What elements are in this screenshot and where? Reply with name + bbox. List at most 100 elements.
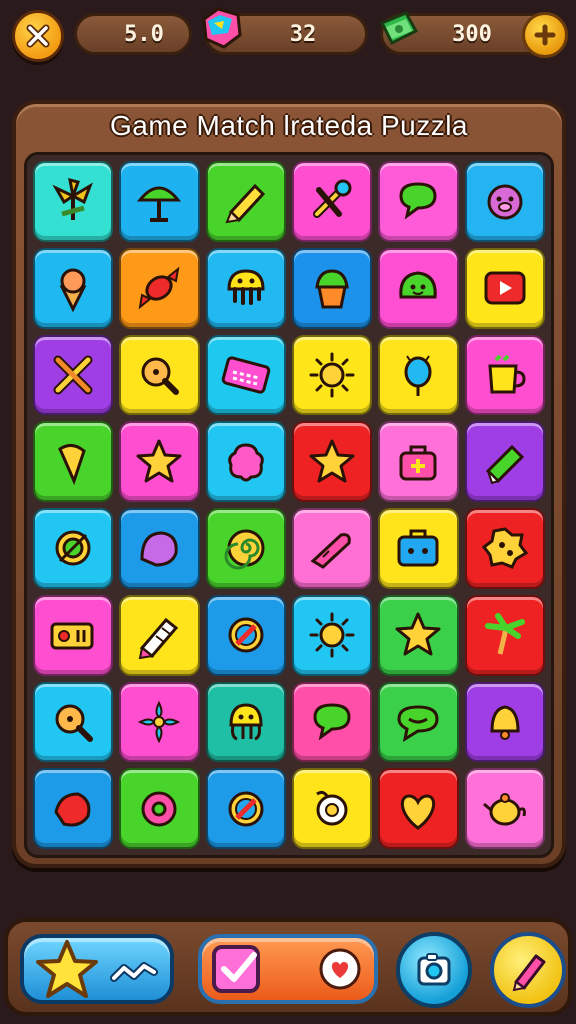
camera-icon [417,953,451,986]
grid-tile[interactable] [464,161,545,242]
grid-tile[interactable] [378,247,459,329]
add-cash-button[interactable] [522,12,568,58]
candy-icon [139,266,180,310]
leaf-icon [54,792,91,827]
spiral-icon [224,529,265,570]
trend-icon [110,962,158,982]
no-sign-icon [228,791,264,827]
pencil-icon [225,184,265,224]
grid-tile[interactable] [205,681,286,763]
grid-tile[interactable] [292,768,373,849]
cookie-icon [481,527,529,570]
grid-tile[interactable] [292,508,373,589]
play-button-icon [484,271,526,305]
grid-tile[interactable] [378,508,459,589]
donut-icon [141,791,177,827]
grid-tile[interactable] [205,161,286,242]
flower-blob-icon [228,443,264,482]
grid-tile[interactable] [205,247,286,329]
grid-tile[interactable] [119,247,200,329]
grid-tile[interactable] [205,508,286,589]
grid-tile[interactable] [33,508,114,589]
grid-tile[interactable] [33,421,114,502]
umbrella-icon [137,186,182,223]
grid-tile[interactable] [464,247,545,329]
grid-tile[interactable] [33,334,114,416]
grid-tile[interactable] [292,334,373,416]
slime-icon [399,271,438,299]
cash-stack-icon [379,11,419,46]
tile-grid [33,161,545,849]
crossed-tools-icon [53,355,93,395]
bell-icon [490,705,520,740]
grid-tile[interactable] [33,594,114,676]
octopus-icon [229,703,263,741]
pencil-icon [512,954,546,992]
grid-tile[interactable] [119,161,200,242]
grid-tile[interactable] [464,594,545,676]
star-icon [395,612,441,656]
grid-tile[interactable] [119,421,200,502]
grid-tile[interactable] [292,681,373,763]
grid-tile[interactable] [119,768,200,849]
star-booster-button[interactable] [20,934,174,1004]
tile-grid-frame [24,152,554,858]
checkbox-icon [212,945,260,993]
grid-tile[interactable] [378,768,459,849]
grid-tile[interactable] [464,681,545,763]
grid-tile[interactable] [292,161,373,242]
grid-tile[interactable] [378,594,459,676]
grid-tile[interactable] [205,768,286,849]
grid-tile[interactable] [33,681,114,763]
grid-tile[interactable] [119,334,200,416]
chat-bubble-icon [313,703,351,741]
battery-icon [50,622,94,650]
pig-icon [487,184,523,220]
grid-tile[interactable] [378,681,459,763]
palm-tree-icon [484,613,525,655]
star-icon [136,439,182,483]
grid-tile[interactable] [292,594,373,676]
grid-tile[interactable] [292,421,373,502]
star-icon [309,439,355,483]
speech-bubble-icon [397,705,439,742]
grid-tile[interactable] [378,334,459,416]
gem-icon [202,7,242,49]
grid-tile[interactable] [33,247,114,329]
grid-tile[interactable] [205,421,286,502]
grid-tile[interactable] [464,334,545,416]
balloon-icon [404,355,432,396]
pencil-button[interactable] [490,932,566,1008]
grid-tile[interactable] [205,334,286,416]
grid-tile[interactable] [464,768,545,849]
close-button[interactable] [12,10,64,62]
tools-icon [313,179,352,219]
cupcake-icon [315,269,349,309]
checklist-heart-button[interactable] [198,934,378,1004]
grid-tile[interactable] [378,421,459,502]
ruler-pencil-icon [139,618,179,660]
teapot-icon [482,792,526,826]
grid-tile[interactable] [119,594,200,676]
camera-button[interactable] [396,932,472,1008]
top-hud: 5.0 32 300 [8,7,568,62]
grid-tile[interactable] [292,247,373,329]
magnifier-icon [141,357,180,395]
mug-icon [488,354,526,394]
first-aid-bag-icon [399,445,437,481]
plus-icon [534,24,556,46]
grid-tile[interactable] [464,421,545,502]
ice-cream-icon [59,268,87,313]
grid-tile[interactable] [33,768,114,849]
palm-leaf-icon [52,178,94,221]
grid-tile[interactable] [378,161,459,242]
grid-tile[interactable] [33,161,114,242]
board-title: Game Match lrateda Puzzla [110,110,468,141]
heart-icon [319,948,361,990]
no-sign-icon [228,617,264,653]
grid-tile[interactable] [205,594,286,676]
grid-tile[interactable] [464,508,545,589]
grid-tile[interactable] [119,508,200,589]
gems-value: 32 [289,21,317,47]
grid-tile[interactable] [119,681,200,763]
